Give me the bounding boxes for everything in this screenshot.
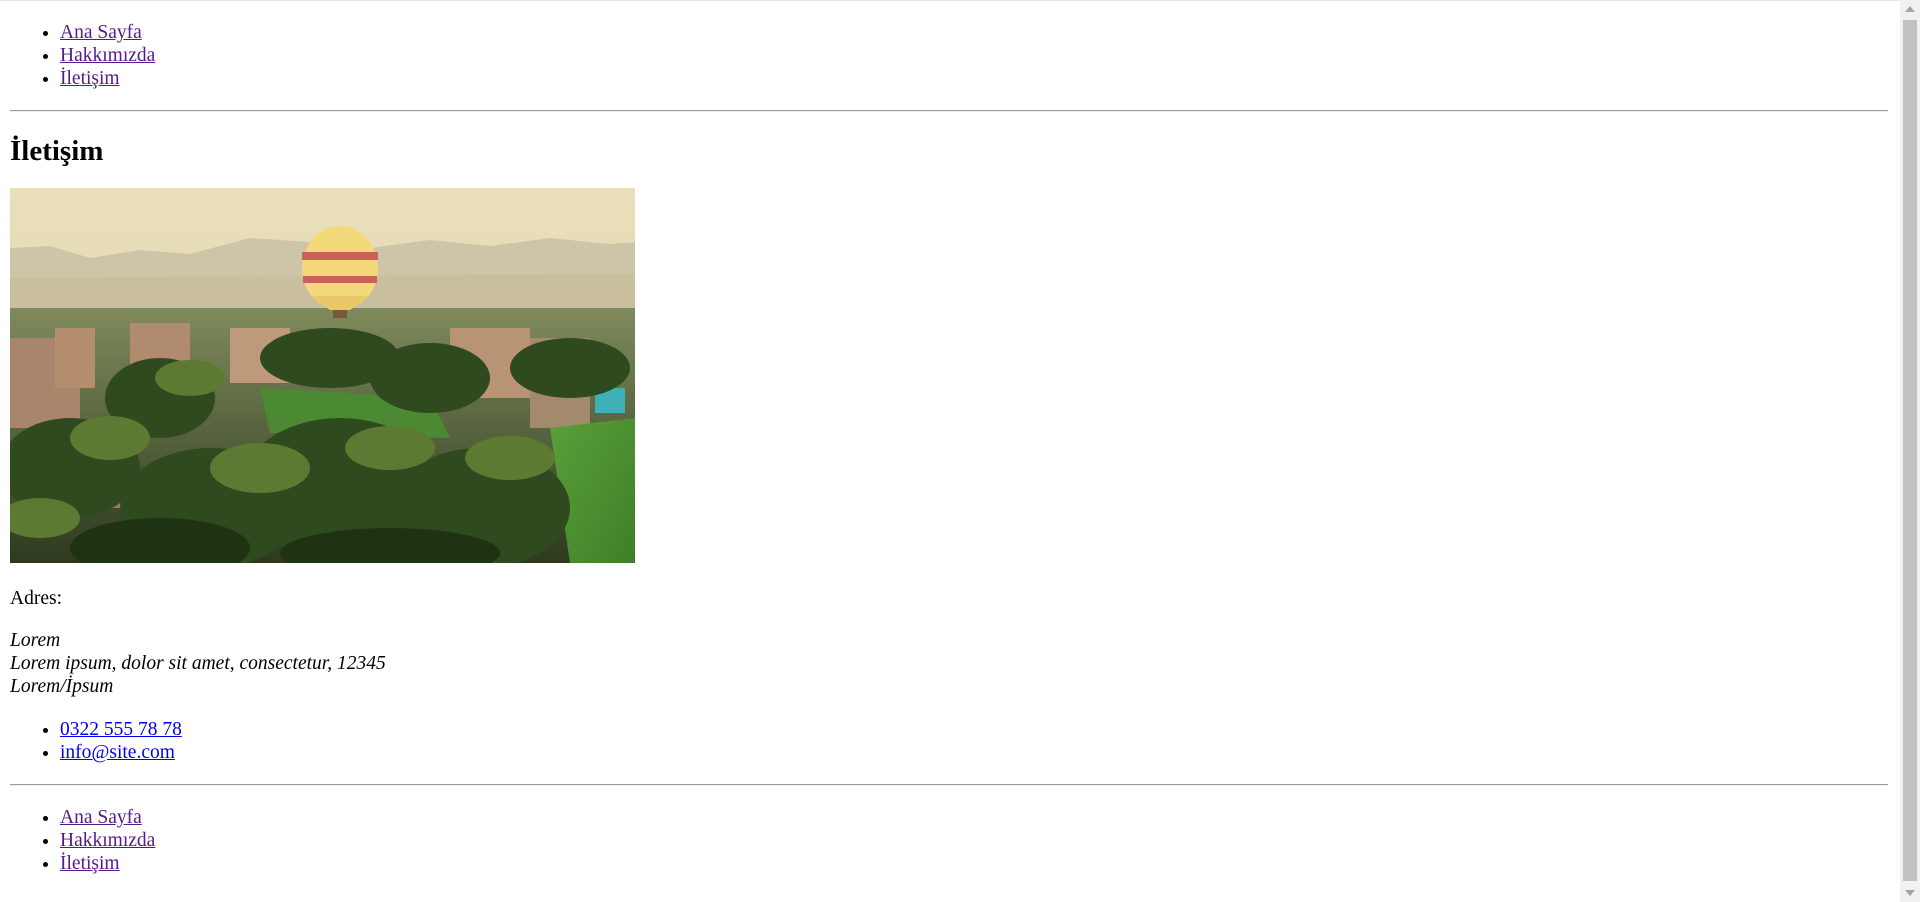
contact-list: 0322 555 78 78 info@site.com — [10, 718, 1888, 764]
contact-item-phone: 0322 555 78 78 — [60, 718, 1888, 741]
scroll-up-arrow-icon[interactable] — [1905, 6, 1915, 12]
email-link[interactable]: info@site.com — [60, 742, 175, 763]
top-nav-link-contact[interactable]: İletişim — [60, 68, 120, 89]
bottom-nav-item-contact: İletişim — [60, 852, 1888, 875]
top-nav-item-contact: İletişim — [60, 67, 1888, 90]
top-nav-link-home[interactable]: Ana Sayfa — [60, 22, 142, 43]
bottom-nav-item-about: Hakkımızda — [60, 829, 1888, 852]
address-label: Adres: — [10, 588, 62, 609]
top-nav-item-home: Ana Sayfa — [60, 21, 1888, 44]
bottom-nav-item-home: Ana Sayfa — [60, 806, 1888, 829]
page-title: İletişim — [10, 135, 104, 167]
page-content: Ana Sayfa Hakkımızda İletişim İletişim — [10, 0, 1888, 875]
bottom-nav-link-home[interactable]: Ana Sayfa — [60, 807, 142, 828]
scrollbar-thumb[interactable] — [1903, 20, 1917, 881]
phone-link[interactable]: 0322 555 78 78 — [60, 719, 182, 740]
bottom-nav-link-about[interactable]: Hakkımızda — [60, 830, 155, 851]
bottom-nav: Ana Sayfa Hakkımızda İletişim — [10, 806, 1888, 875]
balloon-photo — [10, 188, 635, 563]
top-nav: Ana Sayfa Hakkımızda İletişim — [10, 21, 1888, 90]
address-line-3: Lorem/İpsum — [10, 676, 114, 697]
address-block: Lorem Lorem ipsum, dolor sit amet, conse… — [10, 629, 1888, 698]
contact-item-email: info@site.com — [60, 741, 1888, 764]
top-nav-link-about[interactable]: Hakkımızda — [60, 45, 155, 66]
scroll-down-arrow-icon[interactable] — [1905, 890, 1915, 896]
address-line-2: Lorem ipsum, dolor sit amet, consectetur… — [10, 653, 386, 674]
vertical-scrollbar[interactable] — [1900, 0, 1920, 902]
address-line-1: Lorem — [10, 630, 61, 651]
bottom-nav-link-contact[interactable]: İletişim — [60, 853, 120, 874]
top-nav-item-about: Hakkımızda — [60, 44, 1888, 67]
